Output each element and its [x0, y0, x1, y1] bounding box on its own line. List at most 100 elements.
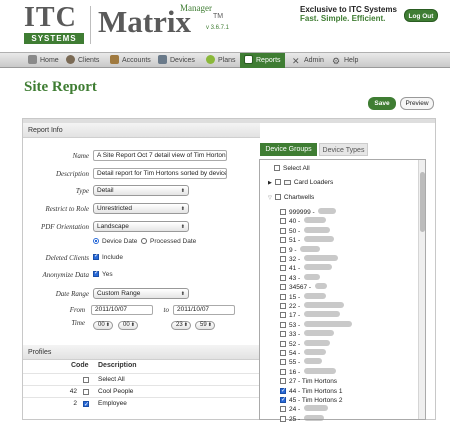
name-input[interactable]: A Site Report Oct 7 detail view of Tim H… — [93, 150, 227, 161]
type-select[interactable]: Detail ⬍ — [93, 185, 189, 196]
updown-icon: ⬍ — [180, 188, 185, 194]
group-label: Chartwells — [283, 194, 315, 201]
tagline-slogan: Fast. Simple. Efficient. — [300, 14, 386, 23]
to-minute-select[interactable]: 59 ⬍ — [195, 321, 215, 330]
device-separator: - — [296, 406, 303, 414]
checkbox-icon — [280, 209, 286, 215]
profiles-col-description: Description — [98, 362, 137, 369]
logo-trademark: TM — [213, 13, 224, 20]
nav-home[interactable]: Home — [28, 53, 59, 68]
from-label: From — [69, 306, 85, 314]
redacted-name — [304, 226, 331, 233]
nav-plans[interactable]: Plans — [206, 53, 236, 68]
tab-device-groups[interactable]: Device Groups — [260, 143, 317, 156]
device-list-scrollbar[interactable] — [418, 160, 425, 419]
checkbox-icon — [280, 256, 286, 262]
checkbox-icon — [280, 293, 286, 300]
device-separator: - — [296, 359, 303, 367]
tab-device-types[interactable]: Device Types — [319, 143, 368, 156]
table-row[interactable]: 42 Cool People — [23, 385, 260, 397]
date-range-label: Date Range — [55, 290, 89, 298]
redacted-name — [304, 311, 341, 318]
deleted-clients-checkbox[interactable]: Include — [93, 252, 123, 261]
checkbox-icon — [280, 331, 286, 338]
accounts-icon — [110, 55, 119, 64]
page-title: Site Report — [24, 79, 97, 95]
redacted-name — [318, 208, 337, 214]
orientation-label: PDF Orientation — [40, 223, 89, 231]
nav-reports[interactable]: Reports — [240, 53, 285, 68]
date-range-select[interactable]: Custom Range ⬍ — [93, 288, 189, 299]
device-separator: - — [296, 350, 303, 357]
orientation-select[interactable]: Landscape ⬍ — [93, 221, 189, 232]
checkbox-icon — [83, 389, 89, 395]
checkbox-icon — [274, 179, 281, 185]
admin-icon: ✕ — [292, 56, 300, 66]
scrollbar-thumb[interactable] — [420, 172, 425, 232]
from-hour-select[interactable]: 00 ⬍ — [93, 321, 113, 330]
to-label: to — [163, 306, 169, 314]
checkbox-icon — [280, 303, 286, 309]
checkbox-checked-icon — [280, 386, 286, 396]
date-range-select-value: Custom Range — [97, 290, 141, 297]
from-minute-value: 00 — [123, 322, 130, 328]
table-row[interactable]: 2 Employee — [23, 397, 260, 411]
checkbox-icon — [280, 246, 286, 253]
type-select-value: Detail — [97, 187, 114, 194]
nav-admin-label: Admin — [304, 57, 324, 64]
checkbox-icon — [280, 227, 286, 234]
folder-icon — [283, 180, 291, 185]
checkbox-icon — [280, 218, 286, 225]
nav-home-label: Home — [40, 57, 59, 64]
checkbox-icon — [280, 265, 286, 272]
nav-clients[interactable]: Clients — [66, 53, 99, 68]
deleted-clients-value: Include — [102, 254, 123, 261]
redacted-name — [314, 283, 327, 290]
description-input[interactable]: Detail report for Tim Hortons sorted by … — [93, 168, 227, 179]
redacted-name — [304, 367, 337, 374]
updown-icon: ⬍ — [180, 224, 185, 230]
checkbox-icon — [280, 378, 286, 385]
nav-clients-label: Clients — [78, 57, 100, 64]
radio-device-date[interactable]: Device Date — [93, 238, 137, 245]
updown-icon: ⬍ — [180, 206, 185, 212]
group-card-loaders[interactable]: ▶ Card Loaders — [268, 178, 333, 188]
version-label: v 3.6.7.1 — [206, 25, 230, 31]
nav-devices[interactable]: Devices — [158, 53, 195, 68]
type-label: Type — [75, 187, 89, 195]
device-separator: - — [310, 209, 317, 216]
save-button[interactable]: Save — [368, 97, 396, 110]
redacted-name — [304, 264, 333, 271]
checkbox-icon — [83, 377, 89, 383]
nav-devices-label: Devices — [170, 57, 195, 64]
clients-icon — [66, 55, 75, 64]
to-hour-value: 23 — [176, 322, 183, 328]
to-hour-select[interactable]: 23 ⬍ — [171, 321, 191, 330]
logout-button[interactable]: Log Out — [404, 9, 438, 22]
caret-down-icon: ▽ — [268, 195, 272, 201]
checkbox-checked-icon — [280, 395, 286, 405]
restrict-select[interactable]: Unrestricted ⬍ — [93, 203, 189, 214]
checkbox-checked-icon — [93, 269, 99, 277]
group-label: Card Loaders — [293, 179, 334, 186]
device-separator: - — [296, 303, 303, 310]
group-chartwells[interactable]: ▽ Chartwells — [268, 193, 314, 203]
to-date-input[interactable]: 2011/10/07 — [173, 305, 235, 315]
logo-divider — [90, 6, 91, 44]
checkbox-icon — [280, 274, 286, 281]
table-row[interactable]: Select All — [23, 373, 260, 385]
from-minute-select[interactable]: 00 ⬍ — [118, 321, 138, 330]
nav-help[interactable]: ⚙ Help — [332, 53, 358, 68]
preview-button[interactable]: Preview — [400, 97, 434, 110]
checkbox-checked-icon — [83, 399, 89, 411]
plans-icon — [206, 55, 215, 64]
anonymize-checkbox[interactable]: Yes — [93, 269, 113, 278]
radio-processed-date[interactable]: Processed Date — [141, 238, 196, 245]
select-all-devices[interactable]: Select All — [274, 164, 310, 174]
redacted-name — [304, 349, 327, 355]
nav-admin[interactable]: ✕ Admin — [292, 53, 324, 68]
redacted-name — [304, 255, 339, 261]
checkbox-icon — [280, 312, 286, 319]
nav-accounts[interactable]: Accounts — [110, 53, 151, 68]
redacted-name — [304, 339, 331, 346]
